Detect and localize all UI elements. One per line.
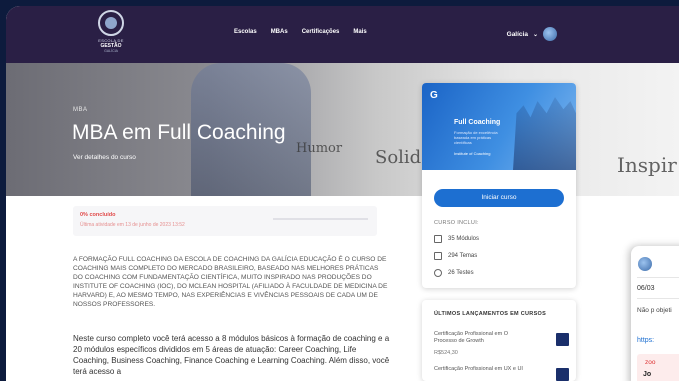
popup-avatar: [638, 257, 652, 271]
launch-item[interactable]: Certificação Profissional em O Processo …: [434, 331, 569, 356]
progress-bar: [273, 218, 368, 220]
latest-launches-heading: ÚLTIMOS LANÇAMENTOS EM CURSOS: [434, 311, 547, 317]
popup-zoom-box: zoo Jo: [637, 354, 679, 381]
chevron-down-icon: ⌄: [532, 31, 538, 38]
modules-icon: [434, 235, 442, 243]
top-navbar: ESCOLA DE GESTÃO GALÍCIA Escolas MBAs Ce…: [6, 6, 679, 63]
last-activity: Última atividade em 13 de junho de 2023 …: [80, 222, 185, 228]
popup-divider: [637, 277, 679, 278]
course-hero-banner: Humor Solid Inspir MBA MBA em Full Coach…: [6, 63, 679, 196]
menu-item-escolas[interactable]: Escolas: [234, 29, 257, 35]
menu-item-certificacoes[interactable]: Certificações: [302, 29, 340, 35]
launch-item-thumbnail: [556, 333, 569, 346]
includes-item-text: 294 Temas: [448, 253, 478, 259]
app-frame: ESCOLA DE GESTÃO GALÍCIA Escolas MBAs Ce…: [6, 6, 679, 381]
sketch-word-solid: Solid: [375, 147, 422, 168]
course-card: G Full Coaching Formação de excelência b…: [422, 83, 576, 288]
cover-people-silhouette: [513, 97, 576, 170]
course-description: A FORMAÇÃO FULL COACHING DA ESCOLA DE CO…: [73, 256, 388, 308]
course-progress-panel: 0% concluído Última atividade em 13 de j…: [73, 206, 377, 236]
view-course-details-link[interactable]: Ver detalhes do curso: [73, 154, 136, 161]
launch-item-price: R$524,30: [434, 350, 458, 356]
launch-item-thumbnail: [556, 368, 569, 381]
includes-item-tests: 26 Testes: [434, 269, 474, 277]
sketch-word-humor: Humor: [296, 141, 343, 156]
cover-title: Full Coaching: [454, 119, 501, 126]
popup-link[interactable]: https:: [637, 337, 654, 344]
cover-brand: Institute of Coaching: [454, 151, 491, 156]
progress-percent: 0% concluído: [80, 212, 116, 218]
cover-subtitle: Formação de excelência baseada em prátic…: [454, 130, 498, 145]
includes-item-topics: 294 Temas: [434, 252, 477, 260]
school-logo[interactable]: ESCOLA DE GESTÃO GALÍCIA: [94, 10, 128, 60]
region-selector[interactable]: Galícia ⌄: [507, 27, 557, 41]
includes-item-modules: 35 Módulos: [434, 235, 479, 243]
menu-item-mbas[interactable]: MBAs: [271, 29, 288, 35]
main-menu: Escolas MBAs Certificações Mais: [234, 29, 367, 35]
user-avatar[interactable]: [543, 27, 557, 41]
topics-icon: [434, 252, 442, 260]
launch-item[interactable]: Certificação Profissional em UX e UI: [434, 366, 569, 381]
logo-emblem-icon: [98, 10, 124, 36]
launch-item-name: Certificação Profissional em O Processo …: [434, 331, 508, 344]
popup-box-title: zoo: [645, 359, 656, 366]
popup-divider: [637, 298, 679, 299]
course-includes-label: CURSO INCLUI:: [434, 220, 479, 226]
start-course-button[interactable]: Iniciar curso: [434, 189, 564, 207]
course-lead-paragraph: Neste curso completo você terá acesso a …: [73, 334, 390, 376]
sketch-word-inspir: Inspir: [617, 153, 677, 177]
logo-line3: GALÍCIA: [104, 49, 118, 53]
notification-popup[interactable]: 06/03 Não p objeti https: zoo Jo: [631, 246, 679, 381]
course-cover-image: G Full Coaching Formação de excelência b…: [422, 83, 576, 170]
region-label: Galícia: [506, 30, 528, 38]
includes-item-text: 35 Módulos: [448, 236, 480, 242]
menu-item-mais[interactable]: Mais: [353, 29, 366, 35]
popup-date: 06/03: [637, 285, 655, 292]
course-category: MBA: [73, 107, 88, 113]
popup-box-text: Jo: [643, 371, 652, 378]
popup-text: Não p objeti: [637, 307, 672, 314]
launch-item-name: Certificação Profissional em UX e UI: [434, 366, 523, 372]
includes-item-text: 26 Testes: [448, 270, 474, 276]
page-title: MBA em Full Coaching: [72, 121, 286, 144]
latest-launches-panel: ÚLTIMOS LANÇAMENTOS EM CURSOS Certificaç…: [422, 300, 576, 381]
tests-icon: [434, 269, 442, 277]
cover-logo: G: [430, 90, 438, 101]
